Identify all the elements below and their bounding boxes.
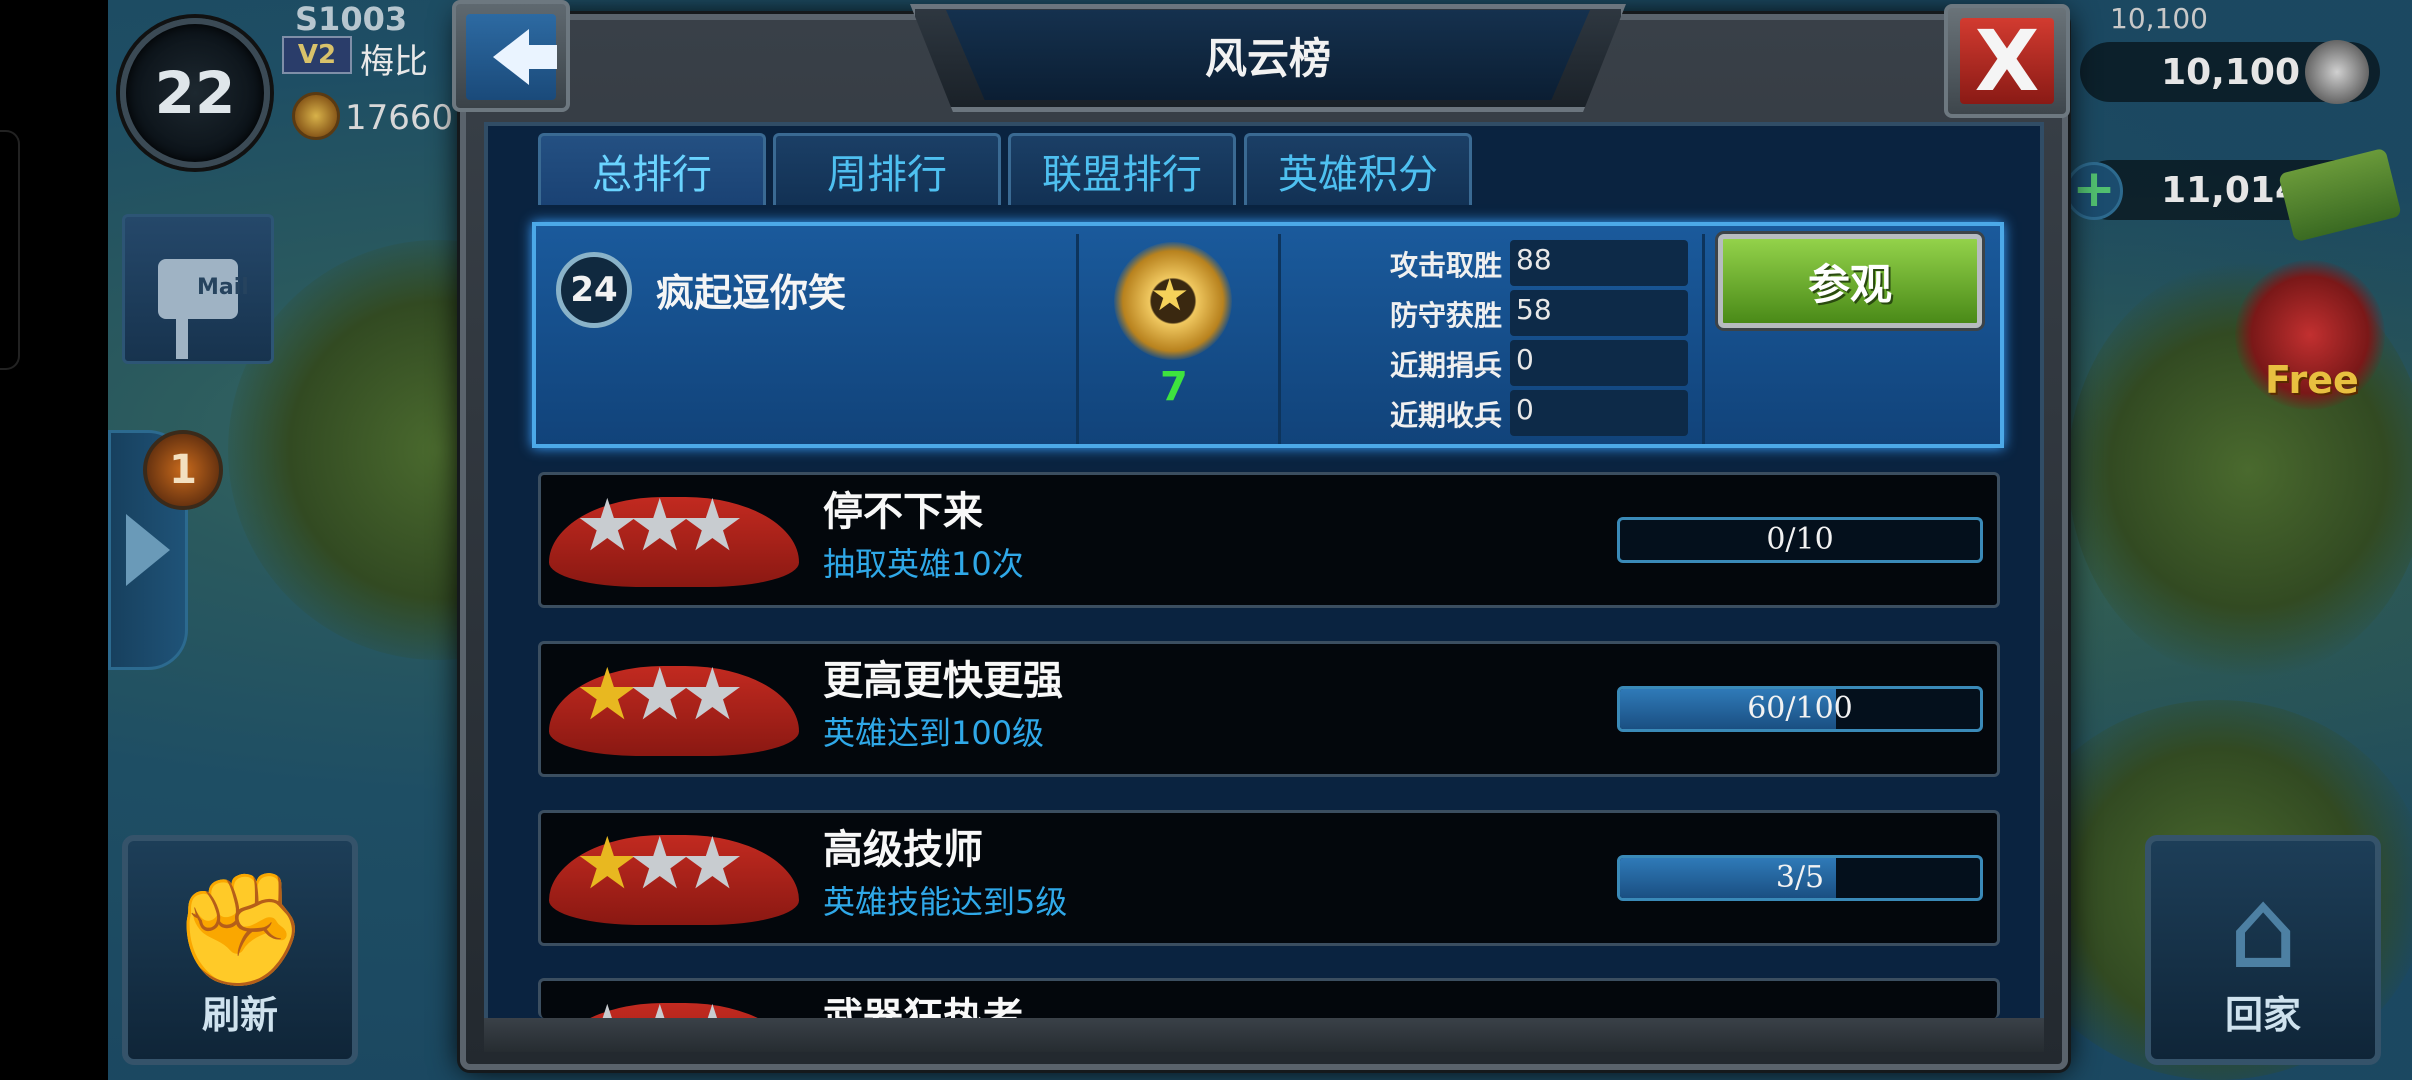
stat-defense-wins-value: 58 <box>1510 290 1688 336</box>
player-name: 梅比 <box>360 42 428 82</box>
achievement-progress-bar: 3/5 <box>1617 855 1983 901</box>
close-button[interactable]: X <box>1944 4 2070 118</box>
tab-hero-points[interactable]: 英雄积分 <box>1244 133 1472 205</box>
progress-text: 60/100 <box>1747 691 1853 726</box>
star-rating: ★★★ <box>575 483 745 567</box>
divider <box>1278 234 1281 444</box>
player-level-badge[interactable]: 22 <box>120 18 270 168</box>
progress-text: 0/10 <box>1766 522 1834 557</box>
add-cash-button[interactable]: + <box>2065 162 2123 220</box>
hand-icon: ✊ <box>171 865 309 993</box>
power-medal-icon <box>292 92 340 140</box>
close-icon: X <box>1960 18 2054 104</box>
stat-troops-donated-value: 0 <box>1510 340 1688 386</box>
back-arrow-icon <box>466 14 557 100</box>
notification-badge: 1 <box>143 430 223 510</box>
stat-troops-donated-label: 近期捐兵 <box>1390 349 1503 382</box>
achievement-row: ★★★ 高级技师 英雄技能达到5级 3/5 <box>538 810 2000 946</box>
refresh-label: 刷新 <box>201 993 278 1037</box>
mail-button[interactable]: Mail <box>122 214 274 364</box>
star-rating: ★★★ <box>575 995 745 1018</box>
achievement-row: ★★★ 武器狂热者 <box>538 978 2000 1018</box>
play-arrow-icon <box>126 514 170 586</box>
visit-button[interactable]: 参观 <box>1718 234 1982 328</box>
dialog-bottom-frame <box>484 1018 2044 1052</box>
achievement-row: ★★★ 停不下来 抽取英雄10次 0/10 <box>538 472 2000 608</box>
progress-text: 3/5 <box>1775 860 1825 895</box>
resource-cap-label: 10,100 <box>2110 2 2208 35</box>
medal-icon: ★ <box>1114 242 1232 360</box>
vip-badge[interactable]: V2 <box>282 36 352 74</box>
home-label: 回家 <box>2224 993 2301 1037</box>
edge-notch <box>0 130 20 370</box>
star-rating: ★★★ <box>575 652 745 736</box>
stat-troops-received-value: 0 <box>1510 390 1688 436</box>
player-rank-badge: 24 <box>556 252 632 328</box>
achievement-desc: 英雄技能达到5级 <box>823 883 1068 921</box>
player-card-name: 疯起逗你笑 <box>656 271 847 315</box>
star-rating: ★★★ <box>575 821 745 905</box>
home-button[interactable]: ⌂ 回家 <box>2145 835 2381 1065</box>
tab-alliance[interactable]: 联盟排行 <box>1008 133 1236 205</box>
achievement-title: 停不下来 <box>823 489 983 535</box>
achievement-title: 高级技师 <box>823 827 983 873</box>
stat-attack-wins-value: 88 <box>1510 240 1688 286</box>
back-button[interactable] <box>452 0 570 112</box>
divider <box>1076 234 1079 444</box>
screen-edge <box>0 0 108 1080</box>
achievement-desc: 英雄达到100级 <box>823 714 1045 752</box>
stat-defense-wins-label: 防守获胜 <box>1390 299 1503 332</box>
achievement-row: ★★★ 更高更快更强 英雄达到100级 60/100 <box>538 641 2000 777</box>
mail-label: Mail <box>197 275 249 300</box>
achievement-desc: 抽取英雄10次 <box>823 545 1024 583</box>
free-gift-label: Free <box>2265 358 2359 402</box>
stat-attack-wins-label: 攻击取胜 <box>1390 249 1503 282</box>
divider <box>1702 234 1705 444</box>
stat-troops-received-label: 近期收兵 <box>1390 399 1503 432</box>
tab-overall[interactable]: 总排行 <box>538 133 766 205</box>
house-icon: ⌂ <box>2228 865 2298 993</box>
server-label: S1003 <box>295 0 408 38</box>
refresh-button[interactable]: ✊ 刷新 <box>122 835 358 1065</box>
achievement-title: 更高更快更强 <box>823 658 1063 704</box>
achievement-progress-bar: 60/100 <box>1617 686 1983 732</box>
silver-coin-icon <box>2305 40 2369 104</box>
player-power: 17660 <box>345 98 454 138</box>
achievement-progress-bar: 0/10 <box>1617 517 1983 563</box>
medal-count: 7 <box>1160 364 1188 410</box>
dialog-title: 风云榜 <box>946 10 1590 100</box>
achievement-title: 武器狂热者 <box>823 995 1023 1018</box>
tab-weekly[interactable]: 周排行 <box>773 133 1001 205</box>
